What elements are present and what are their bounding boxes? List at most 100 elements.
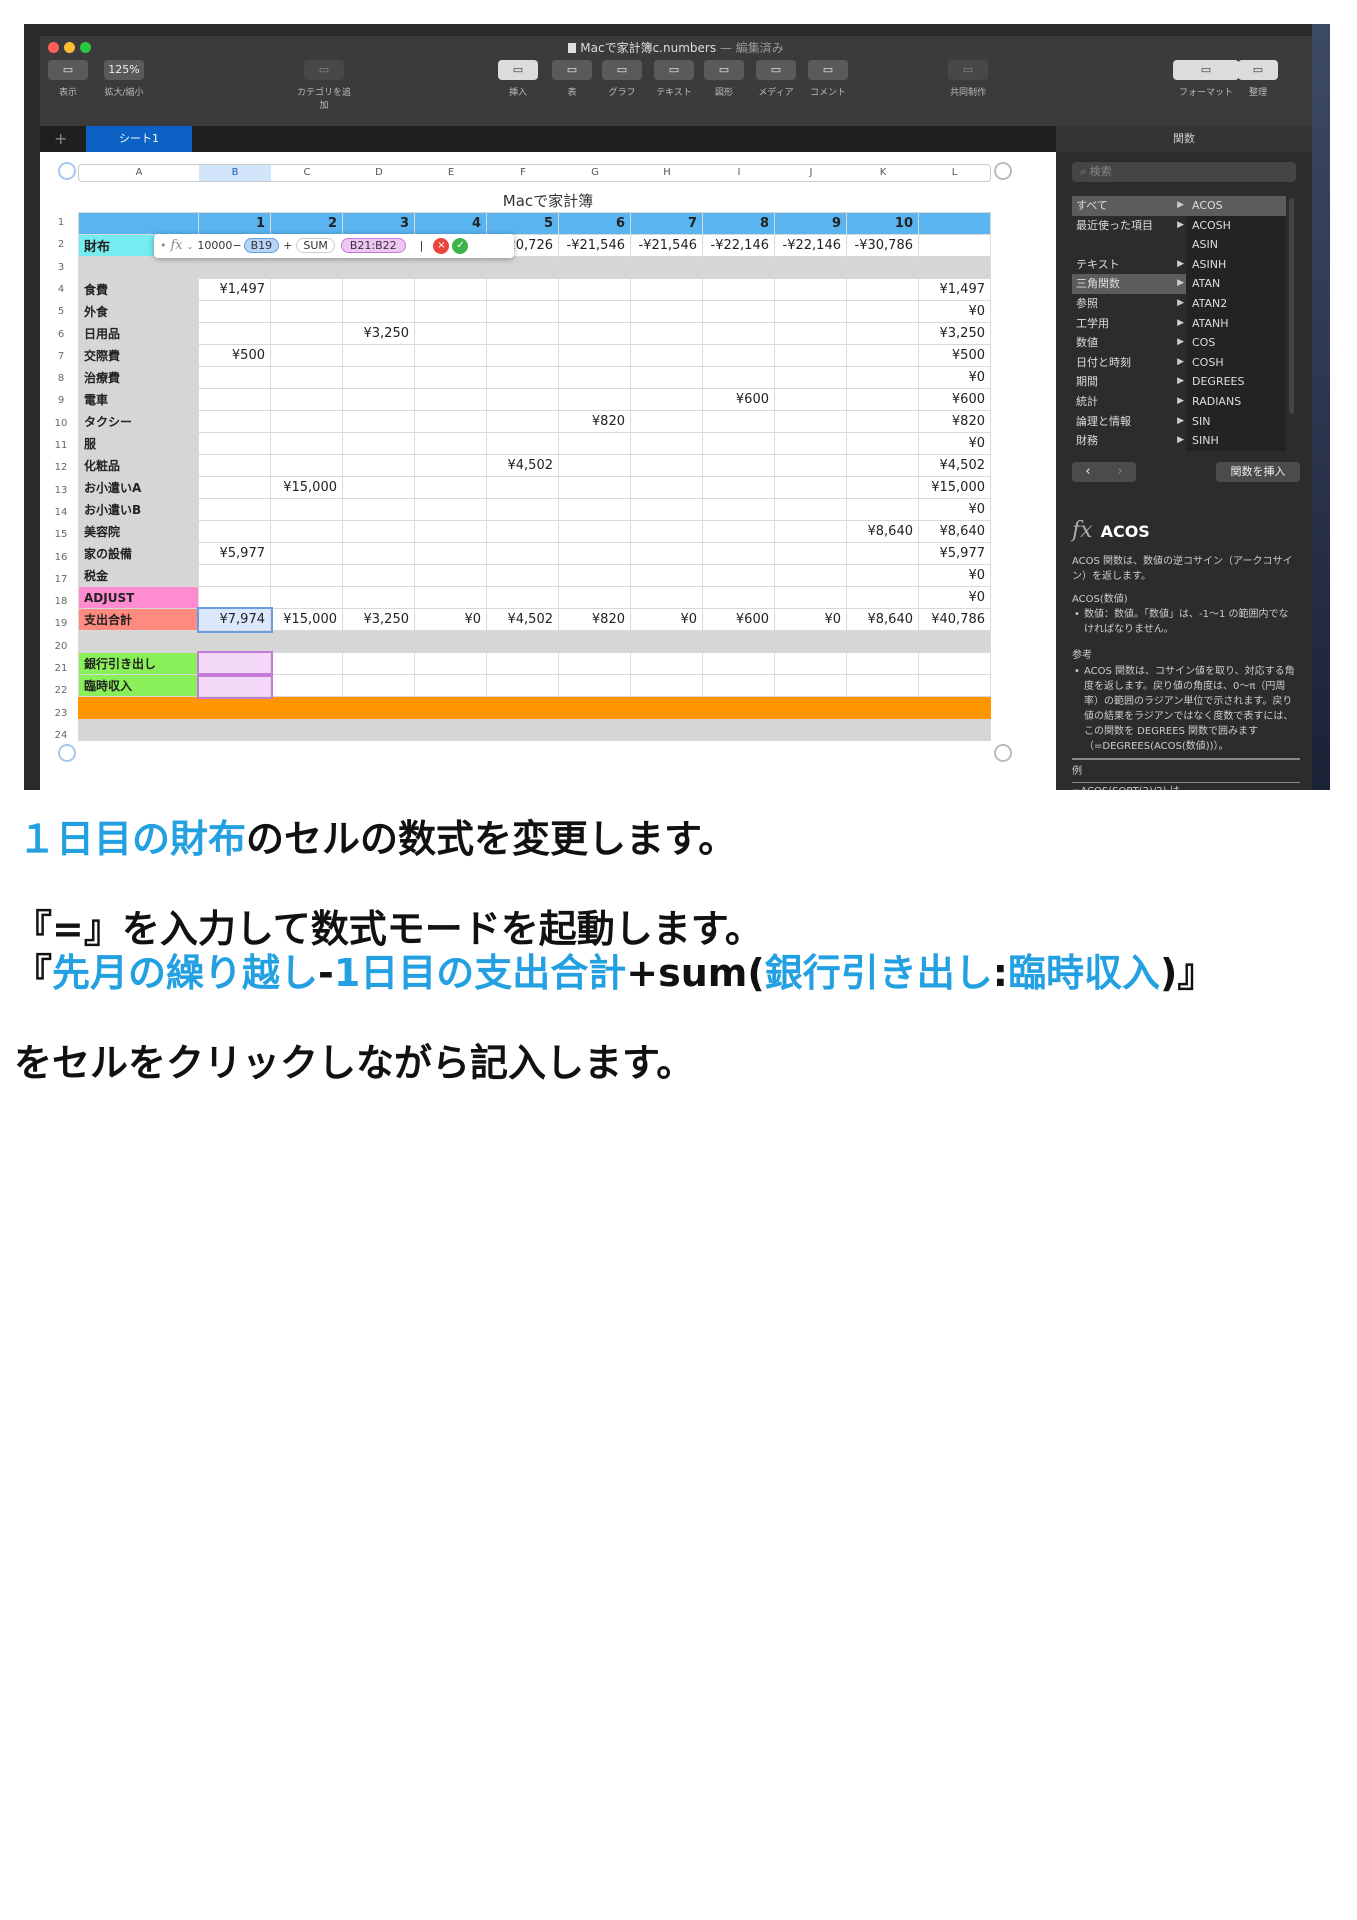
table-cell[interactable] <box>702 652 775 675</box>
amount-cell[interactable]: ¥5,977 <box>198 542 271 565</box>
table-cell[interactable] <box>918 674 991 697</box>
table-cell[interactable] <box>270 256 343 279</box>
table-cell[interactable] <box>342 674 415 697</box>
table-cell[interactable] <box>774 630 847 653</box>
column-header[interactable]: J <box>775 165 847 181</box>
amount-cell[interactable] <box>702 278 775 301</box>
amount-cell[interactable] <box>774 564 847 587</box>
amount-cell[interactable] <box>702 476 775 499</box>
amount-cell[interactable] <box>846 410 919 433</box>
amount-cell[interactable] <box>342 476 415 499</box>
table-cell[interactable] <box>270 652 343 675</box>
function-item[interactable]: COSH <box>1186 352 1286 373</box>
table-cell[interactable] <box>342 256 415 279</box>
table-cell[interactable] <box>918 630 991 653</box>
toolbar-item-0[interactable]: ▭ 表示 <box>44 60 92 110</box>
amount-cell[interactable] <box>198 388 271 411</box>
add-sheet-button[interactable]: + <box>54 129 67 148</box>
table-cell[interactable] <box>558 630 631 653</box>
accept-formula-icon[interactable]: ✓ <box>452 238 469 254</box>
row-number[interactable]: 23 <box>52 708 70 719</box>
amount-cell[interactable]: ¥0 <box>918 564 991 587</box>
income-label-cell[interactable]: 臨時収入 <box>78 674 199 697</box>
amount-cell[interactable] <box>198 520 271 543</box>
table-cell[interactable] <box>774 652 847 675</box>
amount-cell[interactable] <box>342 520 415 543</box>
amount-cell[interactable]: ¥0 <box>918 432 991 455</box>
amount-cell[interactable] <box>846 322 919 345</box>
table-cell[interactable] <box>774 674 847 697</box>
amount-cell[interactable] <box>486 278 559 301</box>
add-row-handle-icon[interactable] <box>58 744 76 762</box>
table-cell[interactable] <box>486 630 559 653</box>
column-header[interactable]: I <box>703 165 775 181</box>
amount-cell[interactable] <box>270 520 343 543</box>
amount-cell[interactable] <box>774 542 847 565</box>
amount-cell[interactable]: ¥0 <box>774 608 847 631</box>
amount-cell[interactable] <box>846 344 919 367</box>
table-cell[interactable] <box>558 652 631 675</box>
row-number[interactable]: 20 <box>52 641 70 652</box>
toolbar-item-4[interactable]: ▭ 表 <box>548 60 596 110</box>
amount-cell[interactable] <box>630 432 703 455</box>
row-number[interactable]: 14 <box>52 507 70 518</box>
function-search-input[interactable]: ⌕ 検索 <box>1072 162 1296 182</box>
amount-cell[interactable] <box>702 564 775 587</box>
amount-cell[interactable] <box>846 564 919 587</box>
amount-cell[interactable] <box>198 300 271 323</box>
insert-function-button[interactable]: 関数を挿入 <box>1216 462 1300 482</box>
row-number[interactable]: 3 <box>52 262 70 273</box>
day-header-cell[interactable]: 3 <box>342 212 415 235</box>
row-number[interactable]: 11 <box>52 440 70 451</box>
function-category-item[interactable]: 数値 ▶ <box>1072 333 1188 353</box>
amount-cell[interactable] <box>414 498 487 521</box>
resize-table-handle-icon[interactable] <box>994 744 1012 762</box>
amount-cell[interactable] <box>486 322 559 345</box>
amount-cell[interactable] <box>486 520 559 543</box>
amount-cell[interactable] <box>630 322 703 345</box>
amount-cell[interactable] <box>558 300 631 323</box>
amount-cell[interactable] <box>630 476 703 499</box>
amount-cell[interactable] <box>846 278 919 301</box>
amount-cell[interactable] <box>774 520 847 543</box>
table-cell[interactable] <box>918 696 991 719</box>
table-cell[interactable] <box>196 650 273 677</box>
amount-cell[interactable] <box>558 564 631 587</box>
amount-cell[interactable] <box>558 278 631 301</box>
column-header[interactable]: G <box>559 165 631 181</box>
day-header-cell[interactable]: 7 <box>630 212 703 235</box>
table-cell[interactable] <box>198 630 271 653</box>
amount-cell[interactable] <box>486 586 559 609</box>
function-item[interactable]: RADIANS <box>1186 391 1286 412</box>
table-cell[interactable] <box>918 652 991 675</box>
amount-cell[interactable] <box>486 498 559 521</box>
amount-cell[interactable] <box>774 278 847 301</box>
amount-cell[interactable]: ¥15,000 <box>270 476 343 499</box>
amount-cell[interactable] <box>486 410 559 433</box>
amount-cell[interactable]: ¥0 <box>630 608 703 631</box>
amount-cell[interactable] <box>558 498 631 521</box>
add-column-handle-icon[interactable] <box>994 162 1012 180</box>
amount-cell[interactable]: ¥7,974 <box>196 606 273 633</box>
amount-cell[interactable] <box>342 410 415 433</box>
function-category-item[interactable]: 統計 ▶ <box>1072 392 1188 412</box>
table-cell[interactable] <box>846 696 919 719</box>
amount-cell[interactable]: ¥500 <box>918 344 991 367</box>
amount-cell[interactable] <box>702 454 775 477</box>
amount-cell[interactable] <box>774 454 847 477</box>
category-label-cell[interactable]: 外食 <box>78 300 199 323</box>
column-header[interactable]: D <box>343 165 415 181</box>
amount-cell[interactable] <box>270 586 343 609</box>
amount-cell[interactable] <box>342 586 415 609</box>
amount-cell[interactable] <box>198 564 271 587</box>
amount-cell[interactable] <box>702 542 775 565</box>
amount-cell[interactable] <box>270 322 343 345</box>
amount-cell[interactable] <box>270 410 343 433</box>
amount-cell[interactable]: ¥1,497 <box>918 278 991 301</box>
category-label-cell[interactable]: 治療費 <box>78 366 199 389</box>
day-header-cell[interactable]: 6 <box>558 212 631 235</box>
amount-cell[interactable] <box>198 322 271 345</box>
amount-cell[interactable] <box>702 520 775 543</box>
amount-cell[interactable] <box>774 388 847 411</box>
amount-cell[interactable]: ¥600 <box>702 388 775 411</box>
